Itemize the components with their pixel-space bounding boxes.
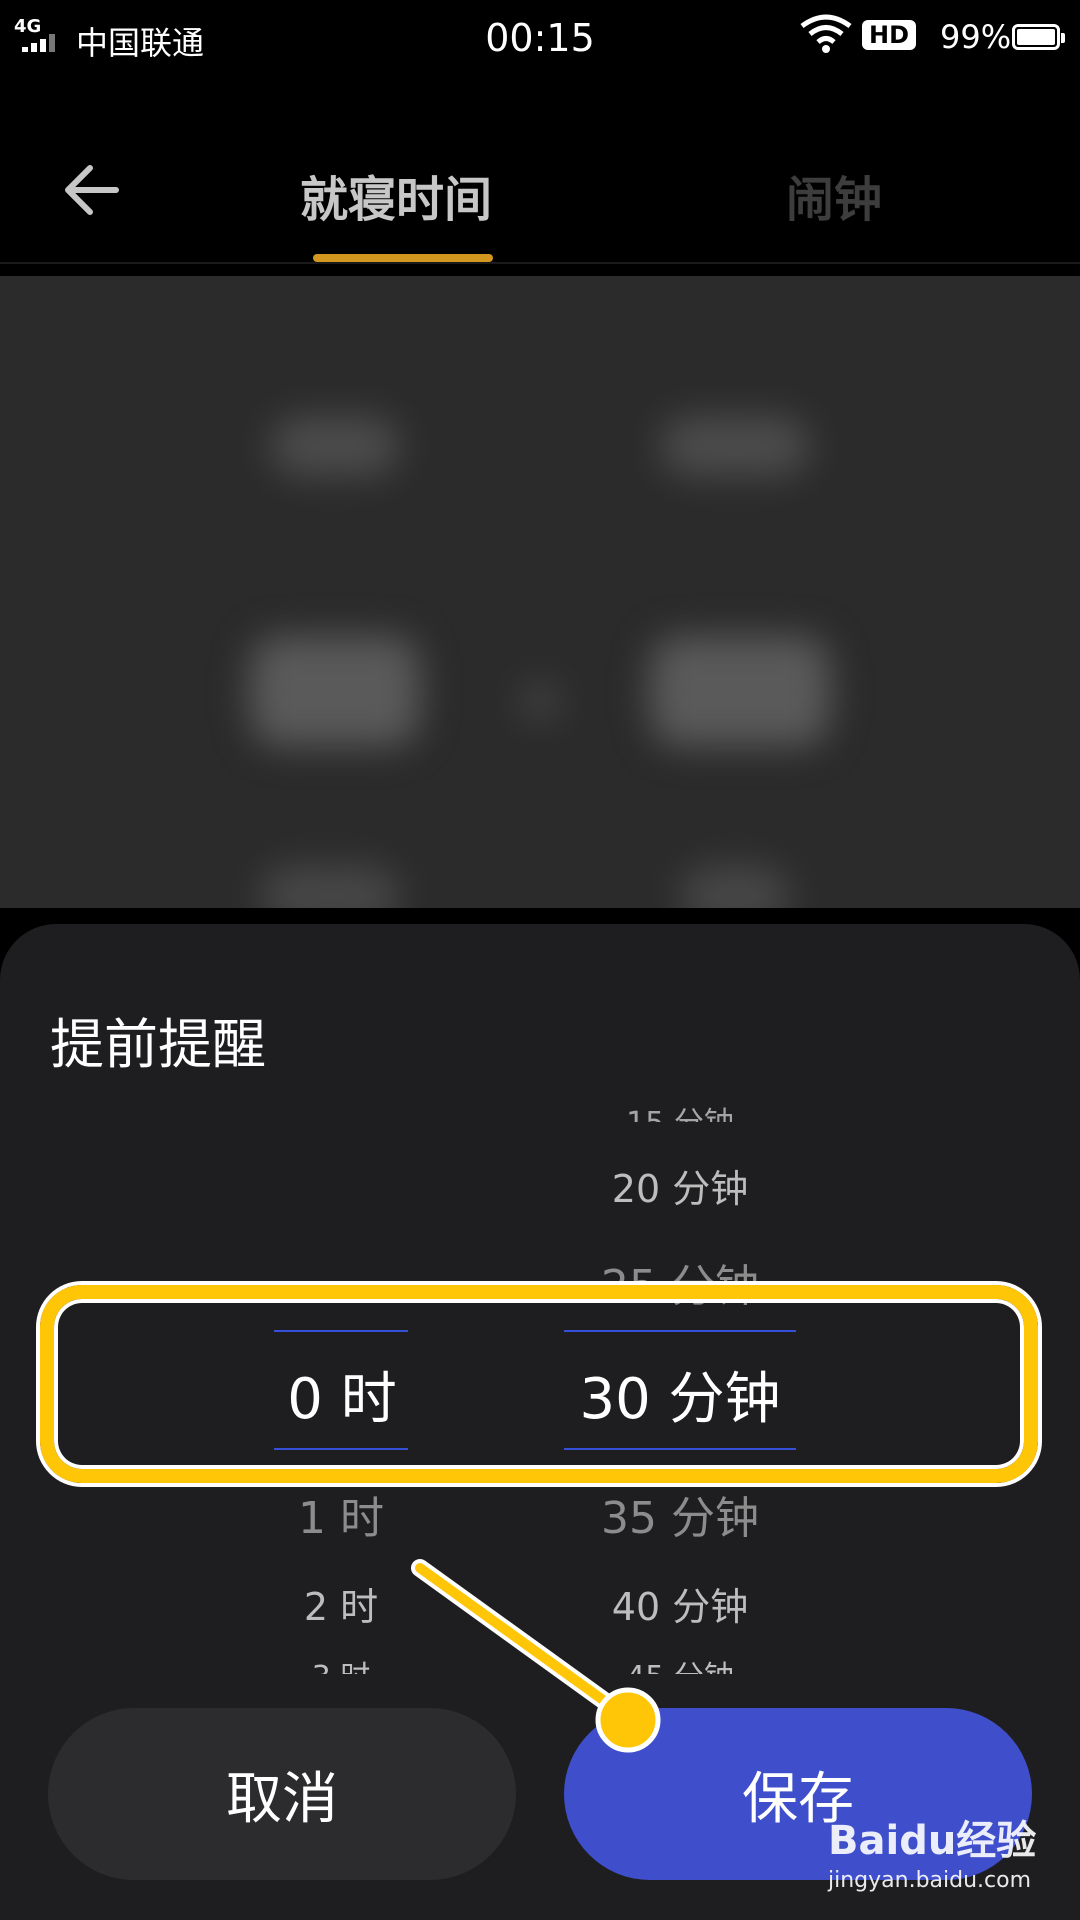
hd-badge: HD (862, 20, 917, 50)
baidu-watermark-logo: Baidu经验 (828, 1818, 1037, 1864)
status-bar: 4G 中国联通 00:15 HD 99% (0, 0, 1080, 80)
hour-option[interactable]: 1 时 (274, 1482, 408, 1546)
tab-alarm[interactable]: 闹钟 (786, 160, 882, 230)
hour-option[interactable]: 3 时 (274, 1652, 408, 1674)
wifi-icon (800, 14, 852, 53)
battery-icon (1012, 24, 1065, 50)
annotation-highlight (40, 1285, 1038, 1483)
minute-option[interactable]: 15 分钟 (560, 1098, 800, 1122)
minute-option[interactable]: 40 分钟 (560, 1576, 800, 1631)
header-divider (0, 262, 1080, 264)
sheet-title: 提前提醒 (50, 1013, 266, 1076)
baidu-watermark-url: jingyan.baidu.com (828, 1868, 1032, 1893)
hour-option[interactable]: 2 时 (274, 1576, 408, 1631)
back-arrow-icon[interactable] (62, 160, 122, 220)
battery-percent: 99% (940, 18, 1012, 56)
minute-option[interactable]: 35 分钟 (560, 1482, 800, 1546)
cancel-button[interactable]: 取消 (48, 1708, 516, 1880)
clock: 00:15 (485, 16, 595, 60)
minute-option[interactable]: 20 分钟 (560, 1158, 800, 1213)
tab-bedtime[interactable]: 就寝时间 (300, 160, 492, 230)
minute-option[interactable]: 45 分钟 (560, 1652, 800, 1674)
active-tab-indicator (313, 254, 493, 262)
blurred-time-display (0, 276, 1080, 908)
